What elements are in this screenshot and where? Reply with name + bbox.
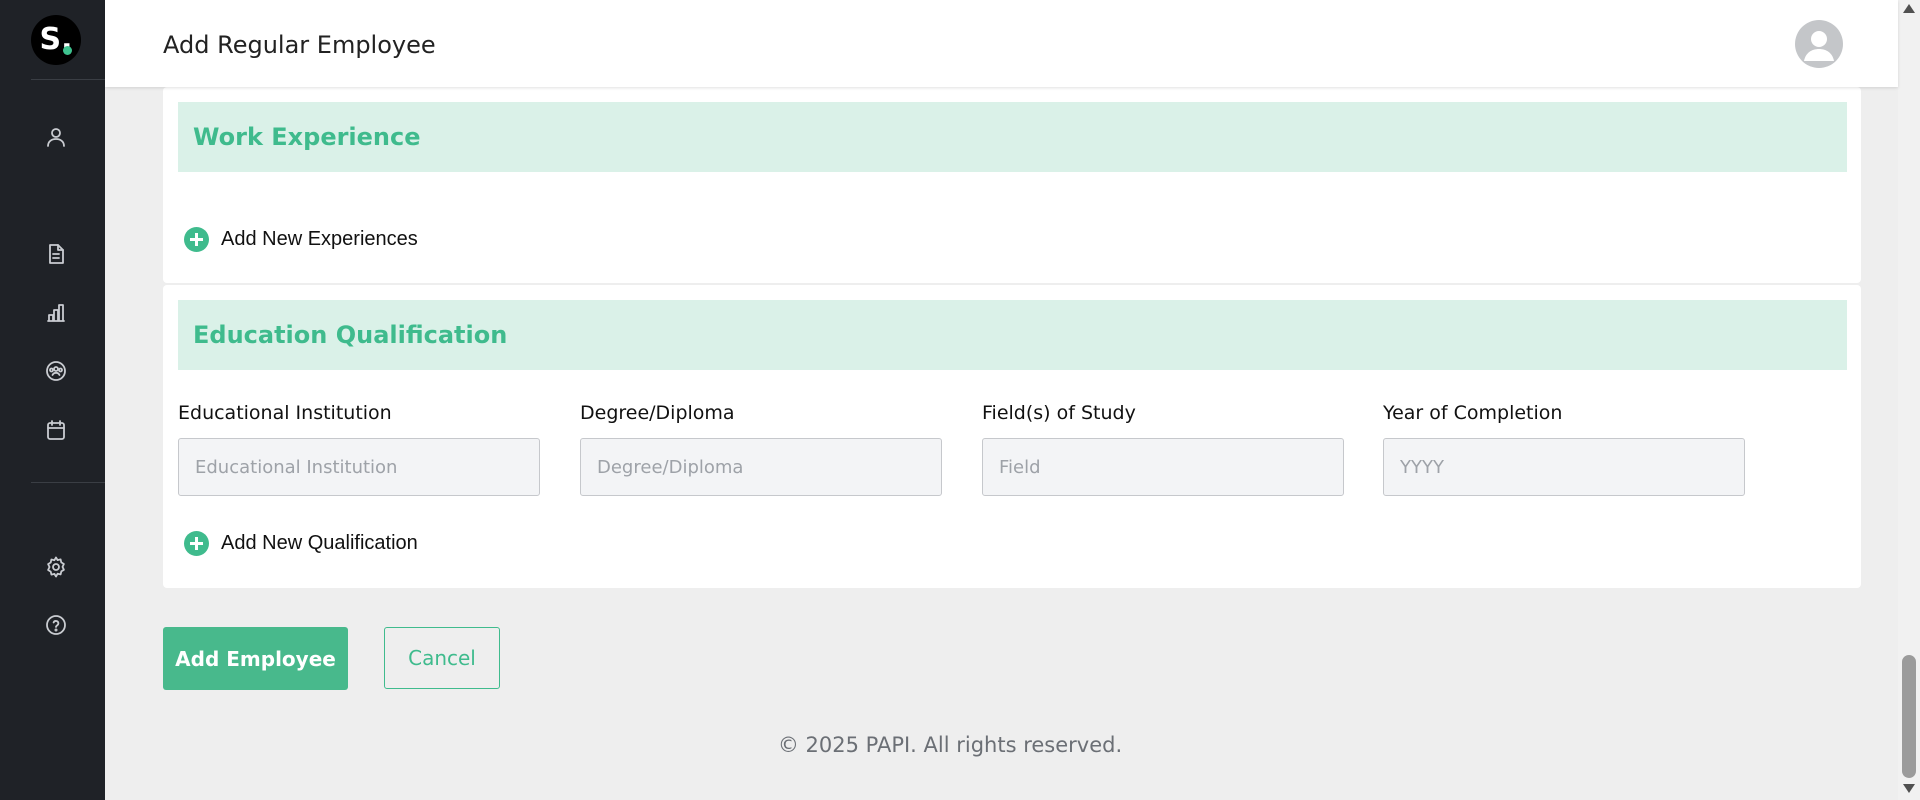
- sidebar: S.: [0, 0, 105, 800]
- field-of-study-label: Field(s) of Study: [982, 402, 1136, 424]
- scrollbar-thumb[interactable]: [1902, 655, 1916, 778]
- cancel-button[interactable]: Cancel: [384, 627, 500, 689]
- year-label: Year of Completion: [1383, 402, 1563, 424]
- plus-circle-icon: [184, 227, 209, 252]
- year-input[interactable]: [1383, 438, 1745, 496]
- document-icon[interactable]: [41, 239, 71, 269]
- add-qualification-button[interactable]: Add New Qualification: [184, 531, 418, 556]
- add-experience-button[interactable]: Add New Experiences: [184, 227, 418, 252]
- education-title: Education Qualification: [193, 321, 508, 349]
- scroll-down-arrow-icon[interactable]: [1903, 784, 1915, 793]
- app-logo[interactable]: S.: [31, 15, 81, 65]
- page-header: Add Regular Employee: [105, 0, 1898, 87]
- institution-label: Educational Institution: [178, 402, 392, 424]
- add-employee-button[interactable]: Add Employee: [163, 627, 348, 690]
- logo-dot: [63, 46, 72, 55]
- sidebar-divider: [31, 482, 105, 483]
- page-title: Add Regular Employee: [163, 31, 436, 59]
- add-experience-label: Add New Experiences: [221, 228, 418, 250]
- page-scrollbar[interactable]: [1898, 0, 1920, 800]
- avatar[interactable]: [1795, 20, 1843, 68]
- avatar-user-icon: [1804, 31, 1834, 61]
- team-icon[interactable]: [41, 356, 71, 386]
- scroll-up-arrow-icon[interactable]: [1903, 4, 1915, 13]
- user-icon[interactable]: [41, 122, 71, 152]
- education-header: Education Qualification: [178, 300, 1847, 370]
- gear-icon[interactable]: [41, 552, 71, 582]
- plus-circle-icon: [184, 531, 209, 556]
- sidebar-divider: [31, 79, 105, 80]
- bar-chart-icon[interactable]: [41, 298, 71, 328]
- degree-label: Degree/Diploma: [580, 402, 735, 424]
- calendar-icon[interactable]: [41, 415, 71, 445]
- work-experience-header: Work Experience: [178, 102, 1847, 172]
- work-experience-card: Work Experience Add New Experiences: [163, 87, 1861, 283]
- work-experience-title: Work Experience: [193, 123, 421, 151]
- education-card: Education Qualification Educational Inst…: [163, 285, 1861, 588]
- help-icon[interactable]: [41, 610, 71, 640]
- field-of-study-input[interactable]: [982, 438, 1344, 496]
- institution-input[interactable]: [178, 438, 540, 496]
- footer-copyright: © 2025 PAPI. All rights reserved.: [777, 733, 1123, 757]
- add-qualification-label: Add New Qualification: [221, 532, 418, 554]
- degree-input[interactable]: [580, 438, 942, 496]
